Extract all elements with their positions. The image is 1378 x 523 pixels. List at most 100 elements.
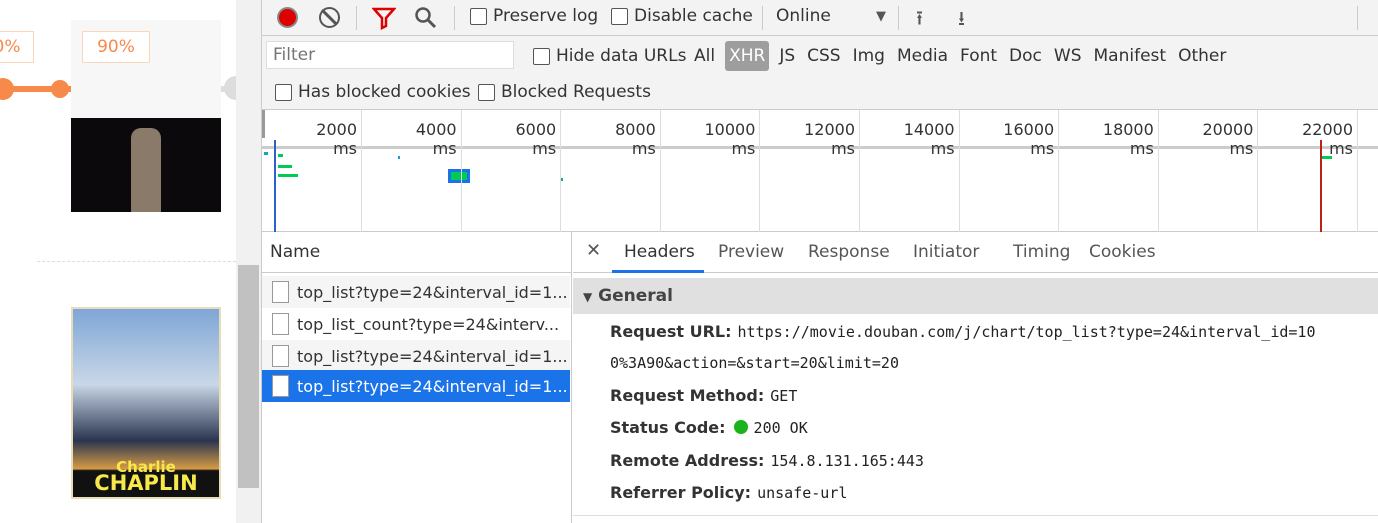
scrollbar-thumb[interactable] [238, 265, 259, 488]
movie-poster-city-lights[interactable]: Charlie CHAPLIN [71, 307, 221, 499]
file-icon [272, 345, 289, 367]
request-name: top_list?type=24&interval_id=1... [297, 346, 568, 366]
filter-type-js[interactable]: JS [773, 41, 801, 71]
preserve-log-label: Preserve log [493, 6, 599, 26]
timeline-tick-label: 4000 ms [415, 120, 457, 158]
filter-type-ws[interactable]: WS [1048, 41, 1088, 71]
selected-request-bar [448, 169, 470, 183]
hide-data-urls-label: Hide data URLs [556, 46, 687, 66]
request-bar [264, 152, 268, 155]
resource-type-filters: All XHR JS CSS Img Media Font Doc WS Man… [688, 41, 1232, 71]
request-name: top_list?type=24&interval_id=1... [297, 282, 568, 302]
tab-headers[interactable]: Headers [624, 242, 695, 262]
method-label: Request Method: [610, 386, 765, 405]
filter-type-media[interactable]: Media [891, 41, 954, 71]
download-icon[interactable]: ⭳ [958, 4, 965, 38]
throttling-select[interactable]: Online ▼ [776, 6, 886, 26]
rating-badge: 90% [82, 31, 150, 63]
movie-poster-devils-on-the-doorstep[interactable] [71, 118, 221, 212]
preserve-log-checkbox[interactable]: Preserve log [470, 6, 598, 26]
search-icon[interactable] [414, 6, 438, 30]
timeline-tick-label: 16000 ms [1003, 120, 1055, 158]
devtools-network-panel: Preserve log Disable cache Online ▼ ⭱ ⭳ H… [262, 0, 1378, 523]
tab-initiator[interactable]: Initiator [913, 242, 979, 262]
filter-type-font[interactable]: Font [954, 41, 1003, 71]
request-url-value-cont: 0%3A90&action=&start=20&limit=20 [610, 354, 899, 372]
progress-node [224, 76, 236, 100]
file-icon [272, 375, 289, 397]
divider [573, 515, 1378, 516]
tab-timing[interactable]: Timing [1013, 242, 1070, 262]
method-value: GET [770, 387, 798, 405]
timeline-tick-label: 18000 ms [1102, 120, 1154, 158]
filter-type-all[interactable]: All [688, 41, 721, 71]
timeline-gridline [1157, 110, 1159, 232]
tab-cookies[interactable]: Cookies [1089, 242, 1156, 262]
timeline-tick-label: 20000 ms [1202, 120, 1254, 158]
timeline-gridline [460, 110, 462, 232]
disable-cache-label: Disable cache [634, 6, 753, 26]
filter-input[interactable] [266, 41, 514, 69]
request-details: ✕ Headers Preview Response Initiator Tim… [573, 232, 1378, 523]
blocked-requests-label: Blocked Requests [501, 82, 651, 102]
name-column-header[interactable]: Name [262, 232, 571, 273]
request-bar [278, 174, 298, 177]
filter-icon[interactable] [372, 6, 396, 30]
record-icon[interactable] [277, 7, 298, 28]
remote-value: 154.8.131.165:443 [770, 452, 924, 470]
timeline-tick-label: 8000 ms [615, 120, 656, 158]
timeline-tick-label: 2000 ms [316, 120, 357, 158]
timeline-gridline [958, 110, 960, 232]
request-row[interactable]: top_list_count?type=24&interv... [262, 308, 570, 340]
progress-node [51, 80, 69, 98]
request-row[interactable]: top_list?type=24&interval_id=1... [262, 276, 570, 308]
blocked-requests-checkbox[interactable]: Blocked Requests [478, 82, 651, 102]
general-section-header[interactable]: ▼ General [573, 278, 1378, 314]
request-row-selected[interactable]: top_list?type=24&interval_id=1... [262, 370, 570, 402]
filter-type-img[interactable]: Img [847, 41, 891, 71]
has-blocked-cookies-checkbox[interactable]: Has blocked cookies [275, 82, 471, 102]
section-title: General [598, 286, 673, 306]
file-icon [272, 281, 289, 303]
timeline-tick-label: 6000 ms [515, 120, 557, 158]
timeline-gridline [361, 110, 362, 232]
timeline-gridline [1357, 110, 1358, 232]
hide-data-urls-checkbox[interactable]: Hide data URLs [533, 46, 686, 66]
timeline-tick-label: 10000 ms [704, 120, 756, 158]
referrer-value: unsafe-url [757, 484, 848, 502]
timeline-overview[interactable]: 2000 ms 4000 ms 6000 ms 8000 ms 10000 ms 1200… [262, 110, 1378, 232]
close-icon[interactable]: ✕ [586, 240, 601, 261]
progress-node [0, 78, 14, 100]
web-page: 0% 90% CharlieCHAPLIN [0, 0, 236, 523]
tab-response[interactable]: Response [808, 242, 890, 262]
timeline-gridline [759, 110, 761, 232]
request-row[interactable]: top_list?type=24&interval_id=1... [262, 340, 570, 372]
filter-type-css[interactable]: CSS [801, 41, 846, 71]
filter-type-doc[interactable]: Doc [1003, 41, 1048, 71]
network-toolbar: Preserve log Disable cache Online ▼ ⭱ ⭳ [262, 0, 1378, 36]
chevron-down-icon: ▼ [876, 8, 886, 24]
blocked-filter-bar: Has blocked cookies Blocked Requests [262, 76, 1378, 110]
tab-preview[interactable]: Preview [718, 242, 784, 262]
clear-icon[interactable] [319, 7, 340, 28]
request-bar [278, 165, 292, 168]
has-blocked-cookies-label: Has blocked cookies [298, 82, 471, 102]
filter-type-other[interactable]: Other [1172, 41, 1232, 71]
disable-cache-checkbox[interactable]: Disable cache [611, 6, 753, 26]
request-url-label: Request URL: [610, 322, 732, 341]
details-tabbar: ✕ Headers Preview Response Initiator Tim… [573, 232, 1378, 273]
timeline-tick-label: 14000 ms [903, 120, 955, 158]
upload-icon[interactable]: ⭱ [916, 4, 923, 38]
timeline-tick-label: 12000 ms [804, 120, 855, 158]
status-ok-icon [733, 420, 748, 434]
timeline-gridline [1058, 110, 1060, 232]
filter-type-xhr[interactable]: XHR [725, 41, 770, 71]
throttle-value: Online [776, 6, 831, 26]
timeline-gridline [659, 110, 661, 232]
rating-badge: 0% [0, 31, 34, 63]
request-name: top_list_count?type=24&interv... [297, 314, 560, 334]
remote-label: Remote Address: [610, 451, 765, 470]
file-icon [272, 313, 289, 335]
timeline-handle[interactable] [262, 110, 265, 138]
filter-type-manifest[interactable]: Manifest [1088, 41, 1173, 71]
